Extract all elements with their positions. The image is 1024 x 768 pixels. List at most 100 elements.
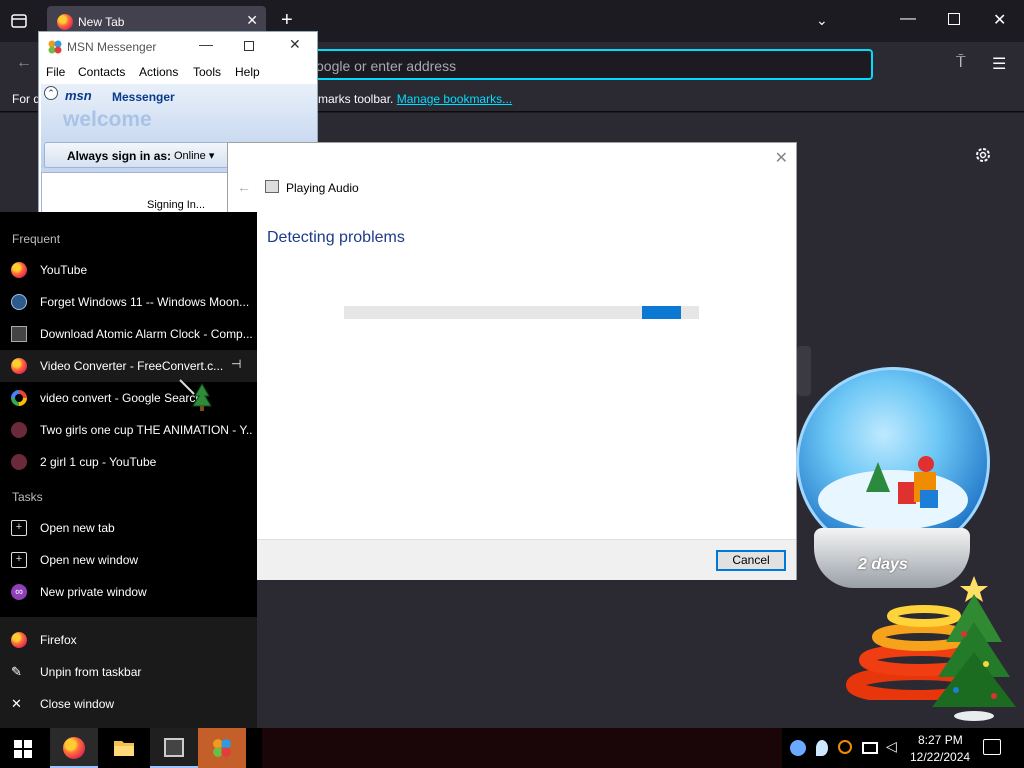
address-bar-placeholder: oogle or enter address — [316, 58, 457, 74]
christmas-tree-icon — [932, 576, 1016, 721]
gear-icon[interactable] — [972, 144, 994, 166]
jump-list-item-label: Video Converter - FreeConvert.c... — [40, 359, 224, 373]
tab-title: New Tab — [78, 15, 125, 29]
new-tab-button[interactable]: + — [281, 9, 293, 32]
task-label: New private window — [40, 585, 147, 599]
scroll-handle[interactable] — [797, 346, 811, 396]
jump-list-item-label: Forget Windows 11 -- Windows Moon... — [40, 295, 250, 309]
countdown-label: 2 days — [858, 556, 908, 573]
firefox-icon — [11, 358, 27, 374]
taskbar-troubleshooter-button[interactable] — [150, 728, 198, 768]
close-window[interactable]: ✕ Close window — [0, 688, 257, 720]
app-label: Close window — [40, 697, 115, 711]
jump-list-item-label: 2 girl 1 cup - YouTube — [40, 455, 157, 469]
private-browsing-icon: ∞ — [11, 584, 27, 600]
sign-in-label: Always sign in as: — [67, 149, 172, 163]
tab-close-icon[interactable]: ✕ — [246, 12, 258, 29]
launch-firefox[interactable]: Firefox — [0, 624, 257, 656]
jump-list-item[interactable]: Two girls one cup THE ANIMATION - Y... — [0, 414, 257, 446]
water-drop-icon[interactable] — [816, 740, 828, 756]
dialog-close-button[interactable]: ✕ — [775, 148, 788, 168]
troubleshooter-dialog: ✕ ← Playing Audio Detecting problems Can… — [227, 142, 797, 580]
taskbar-wallpaper-strip — [262, 728, 782, 768]
pin-icon[interactable]: ⊣ — [231, 357, 241, 371]
dialog-heading: Detecting problems — [267, 229, 405, 246]
msn-maximize-button[interactable] — [244, 41, 254, 51]
progress-bar — [344, 306, 699, 319]
firefox-view-icon[interactable] — [10, 12, 28, 30]
msn-logo-wordmark: Messenger — [112, 90, 175, 104]
keyboard-icon — [11, 326, 27, 342]
clock-date[interactable]: 12/22/2024 — [910, 750, 970, 764]
christmas-tree-cursor-icon — [179, 379, 212, 411]
tasks-header: Tasks — [12, 490, 43, 504]
sign-in-status-value[interactable]: Online ▾ — [174, 149, 214, 162]
taskbar-jump-list: Frequent YouTube Forget Windows 11 -- Wi… — [0, 212, 257, 728]
app-label: Firefox — [40, 633, 77, 647]
unpin-from-taskbar[interactable]: ✎ Unpin from taskbar — [0, 656, 257, 688]
network-icon[interactable] — [862, 742, 878, 754]
task-new-private-window[interactable]: ∞ New private window — [0, 576, 257, 608]
window-close-button[interactable]: ✕ — [993, 10, 1006, 30]
jump-list-item-label: Download Atomic Alarm Clock - Comp... — [40, 327, 252, 341]
gift-boxes-icon — [866, 456, 938, 508]
task-open-new-tab[interactable]: + Open new tab — [0, 512, 257, 544]
jump-list-item[interactable]: Forget Windows 11 -- Windows Moon... — [0, 286, 257, 318]
msn-close-button[interactable]: ✕ — [289, 36, 301, 53]
video-icon — [11, 422, 27, 438]
msn-menu-file[interactable]: File — [46, 65, 65, 79]
app-menu-button[interactable]: ☰ — [992, 54, 1006, 74]
notification-center-icon[interactable] — [983, 739, 1001, 755]
jump-list-item-label: Two girls one cup THE ANIMATION - Y... — [40, 423, 252, 437]
close-icon: ✕ — [11, 696, 22, 711]
taskbar-file-explorer-button[interactable] — [100, 728, 148, 768]
new-window-icon: + — [11, 552, 27, 568]
window-restore-button[interactable] — [948, 13, 960, 25]
msn-menu-help[interactable]: Help — [235, 65, 260, 79]
jump-list-item[interactable]: Video Converter - FreeConvert.c... ⊣ — [0, 350, 257, 382]
jump-list-item[interactable]: Download Atomic Alarm Clock - Comp... — [0, 318, 257, 350]
google-icon — [11, 390, 27, 406]
msn-logo: msn — [65, 88, 92, 103]
cancel-button[interactable]: Cancel — [716, 550, 786, 571]
back-button[interactable]: ← — [16, 54, 32, 72]
firefox-logo-icon — [57, 14, 73, 30]
msn-menu-tools[interactable]: Tools — [193, 65, 221, 79]
msn-butterfly-icon — [213, 739, 231, 757]
manage-bookmarks-link[interactable]: Manage bookmarks... — [397, 92, 512, 106]
msn-menu-actions[interactable]: Actions — [139, 65, 178, 79]
dialog-footer: Cancel — [228, 539, 796, 580]
task-open-new-window[interactable]: + Open new window — [0, 544, 257, 576]
clock-time[interactable]: 8:27 PM — [918, 733, 963, 747]
list-all-tabs-button[interactable]: ⌄ — [816, 12, 828, 29]
troubleshooter-icon — [265, 180, 279, 193]
msn-menu-bar: File Contacts Actions Tools Help — [39, 61, 317, 83]
dialog-back-button[interactable]: ← — [237, 179, 251, 195]
search-icon[interactable] — [838, 740, 852, 754]
signing-in-status: Signing In... — [147, 199, 206, 211]
windows-start-icon[interactable] — [14, 740, 32, 758]
jump-list-item-label: YouTube — [40, 263, 88, 277]
taskbar-msn-button[interactable] — [198, 728, 246, 768]
extensions-button[interactable]: ⍑ — [956, 54, 966, 72]
jump-list-item[interactable]: 2 girl 1 cup - YouTube — [0, 446, 257, 478]
app-label: Unpin from taskbar — [40, 665, 142, 679]
jump-list-item[interactable]: video convert - Google Search — [0, 382, 257, 414]
bookmarks-hint: marks toolbar. Manage bookmarks... — [318, 92, 512, 106]
jump-list-item[interactable]: YouTube — [0, 254, 257, 286]
window-minimize-button[interactable]: — — [900, 10, 916, 28]
msn-butterfly-icon — [48, 40, 62, 54]
task-label: Open new window — [40, 553, 139, 567]
msn-tray-icon[interactable] — [790, 740, 806, 756]
volume-muted-icon[interactable]: ◁ — [886, 738, 902, 754]
taskbar: ◁ 8:27 PM 12/22/2024 — [0, 728, 1024, 768]
folder-icon — [114, 741, 134, 756]
msn-menu-contacts[interactable]: Contacts — [78, 65, 125, 79]
address-bar[interactable]: oogle or enter address — [306, 49, 873, 80]
collapse-icon[interactable]: ⌃ — [44, 86, 58, 100]
msn-title-bar: MSN Messenger — ✕ — [39, 32, 317, 61]
taskbar-firefox-button[interactable] — [50, 728, 98, 768]
msn-minimize-button[interactable]: — — [199, 36, 213, 52]
frequent-header: Frequent — [12, 232, 61, 246]
progress-indicator — [642, 306, 681, 319]
